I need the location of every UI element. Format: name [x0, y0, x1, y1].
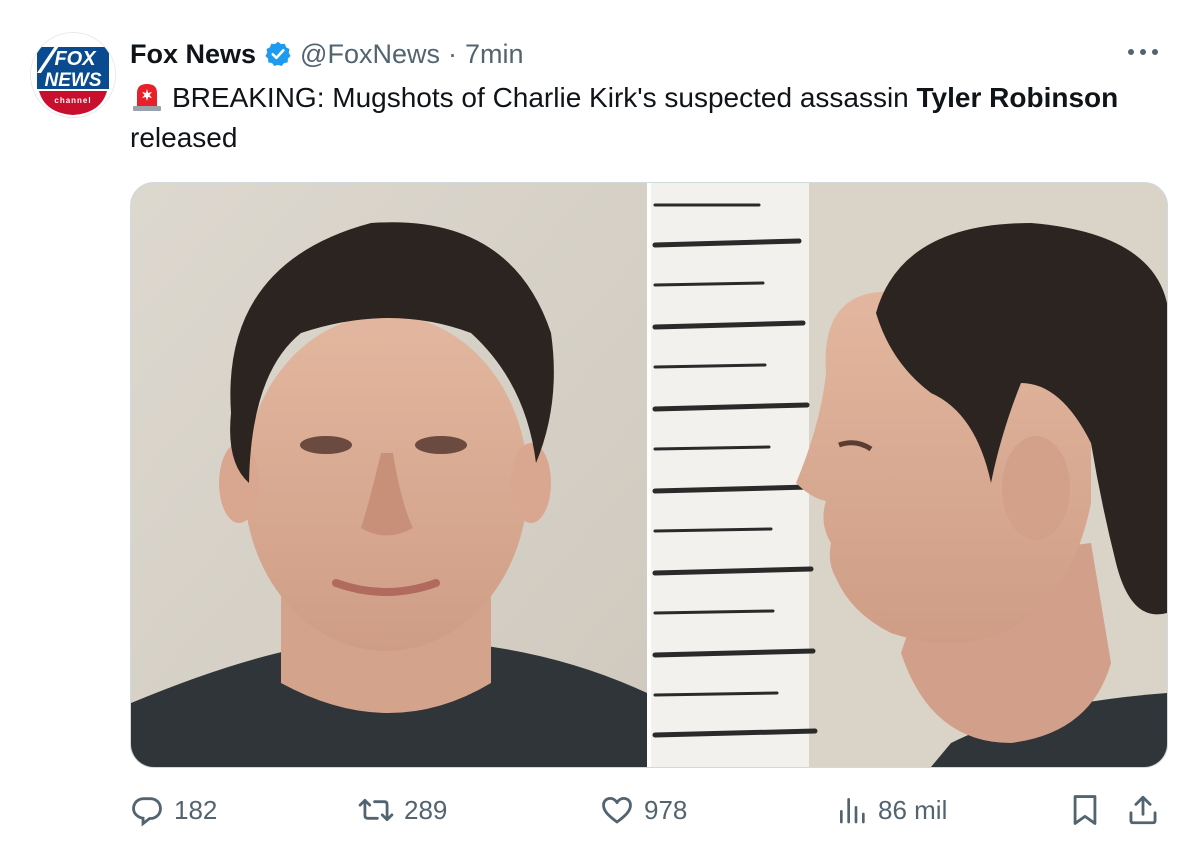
reply-icon	[132, 797, 162, 827]
views-button[interactable]: 86 mil	[836, 786, 947, 834]
like-icon	[602, 796, 632, 824]
avatar[interactable]: FOX NEWS channel	[30, 32, 116, 118]
police-siren-icon	[130, 80, 164, 112]
logo-text-fox: FOX	[54, 48, 97, 70]
tweet-bold-name: Tyler Robinson	[916, 82, 1119, 113]
repost-icon	[358, 798, 394, 822]
repost-count: 289	[404, 794, 448, 825]
logo-text-news: NEWS	[45, 70, 102, 91]
fox-news-logo: FOX NEWS channel	[31, 33, 115, 117]
mugshot-front-image[interactable]	[131, 183, 647, 767]
reply-button[interactable]: 182	[130, 786, 217, 834]
tweet[interactable]: FOX NEWS channel Fox News @FoxNews · 7mi…	[0, 0, 1200, 865]
like-button[interactable]: 978	[600, 786, 687, 834]
tweet-header: Fox News @FoxNews · 7min	[130, 34, 524, 74]
views-count: 86 mil	[878, 794, 948, 825]
logo-text-channel: channel	[54, 96, 91, 105]
share-button[interactable]	[1126, 786, 1160, 834]
reply-count: 182	[174, 794, 218, 825]
like-count: 978	[644, 794, 688, 825]
repost-button[interactable]: 289	[358, 786, 447, 834]
mugshot-profile-image[interactable]	[651, 183, 1167, 767]
tweet-timestamp[interactable]: 7min	[465, 39, 524, 70]
tweet-tail: released	[130, 122, 238, 153]
tweet-actions: 182 289 978 86 mil	[130, 786, 1166, 834]
bookmark-button[interactable]	[1070, 786, 1100, 834]
tweet-text: BREAKING: Mugshots of Charlie Kirk's sus…	[130, 78, 1130, 158]
separator-dot: ·	[447, 38, 457, 69]
author-handle[interactable]: @FoxNews	[300, 39, 440, 70]
more-icon[interactable]	[1126, 38, 1160, 58]
share-icon	[1129, 795, 1157, 825]
tweet-media[interactable]	[130, 182, 1168, 768]
author-display-name[interactable]: Fox News	[130, 39, 256, 70]
views-icon	[840, 798, 865, 824]
verified-badge-icon[interactable]	[264, 40, 292, 68]
tweet-body: BREAKING: Mugshots of Charlie Kirk's sus…	[172, 82, 917, 113]
bookmark-icon	[1073, 795, 1097, 825]
